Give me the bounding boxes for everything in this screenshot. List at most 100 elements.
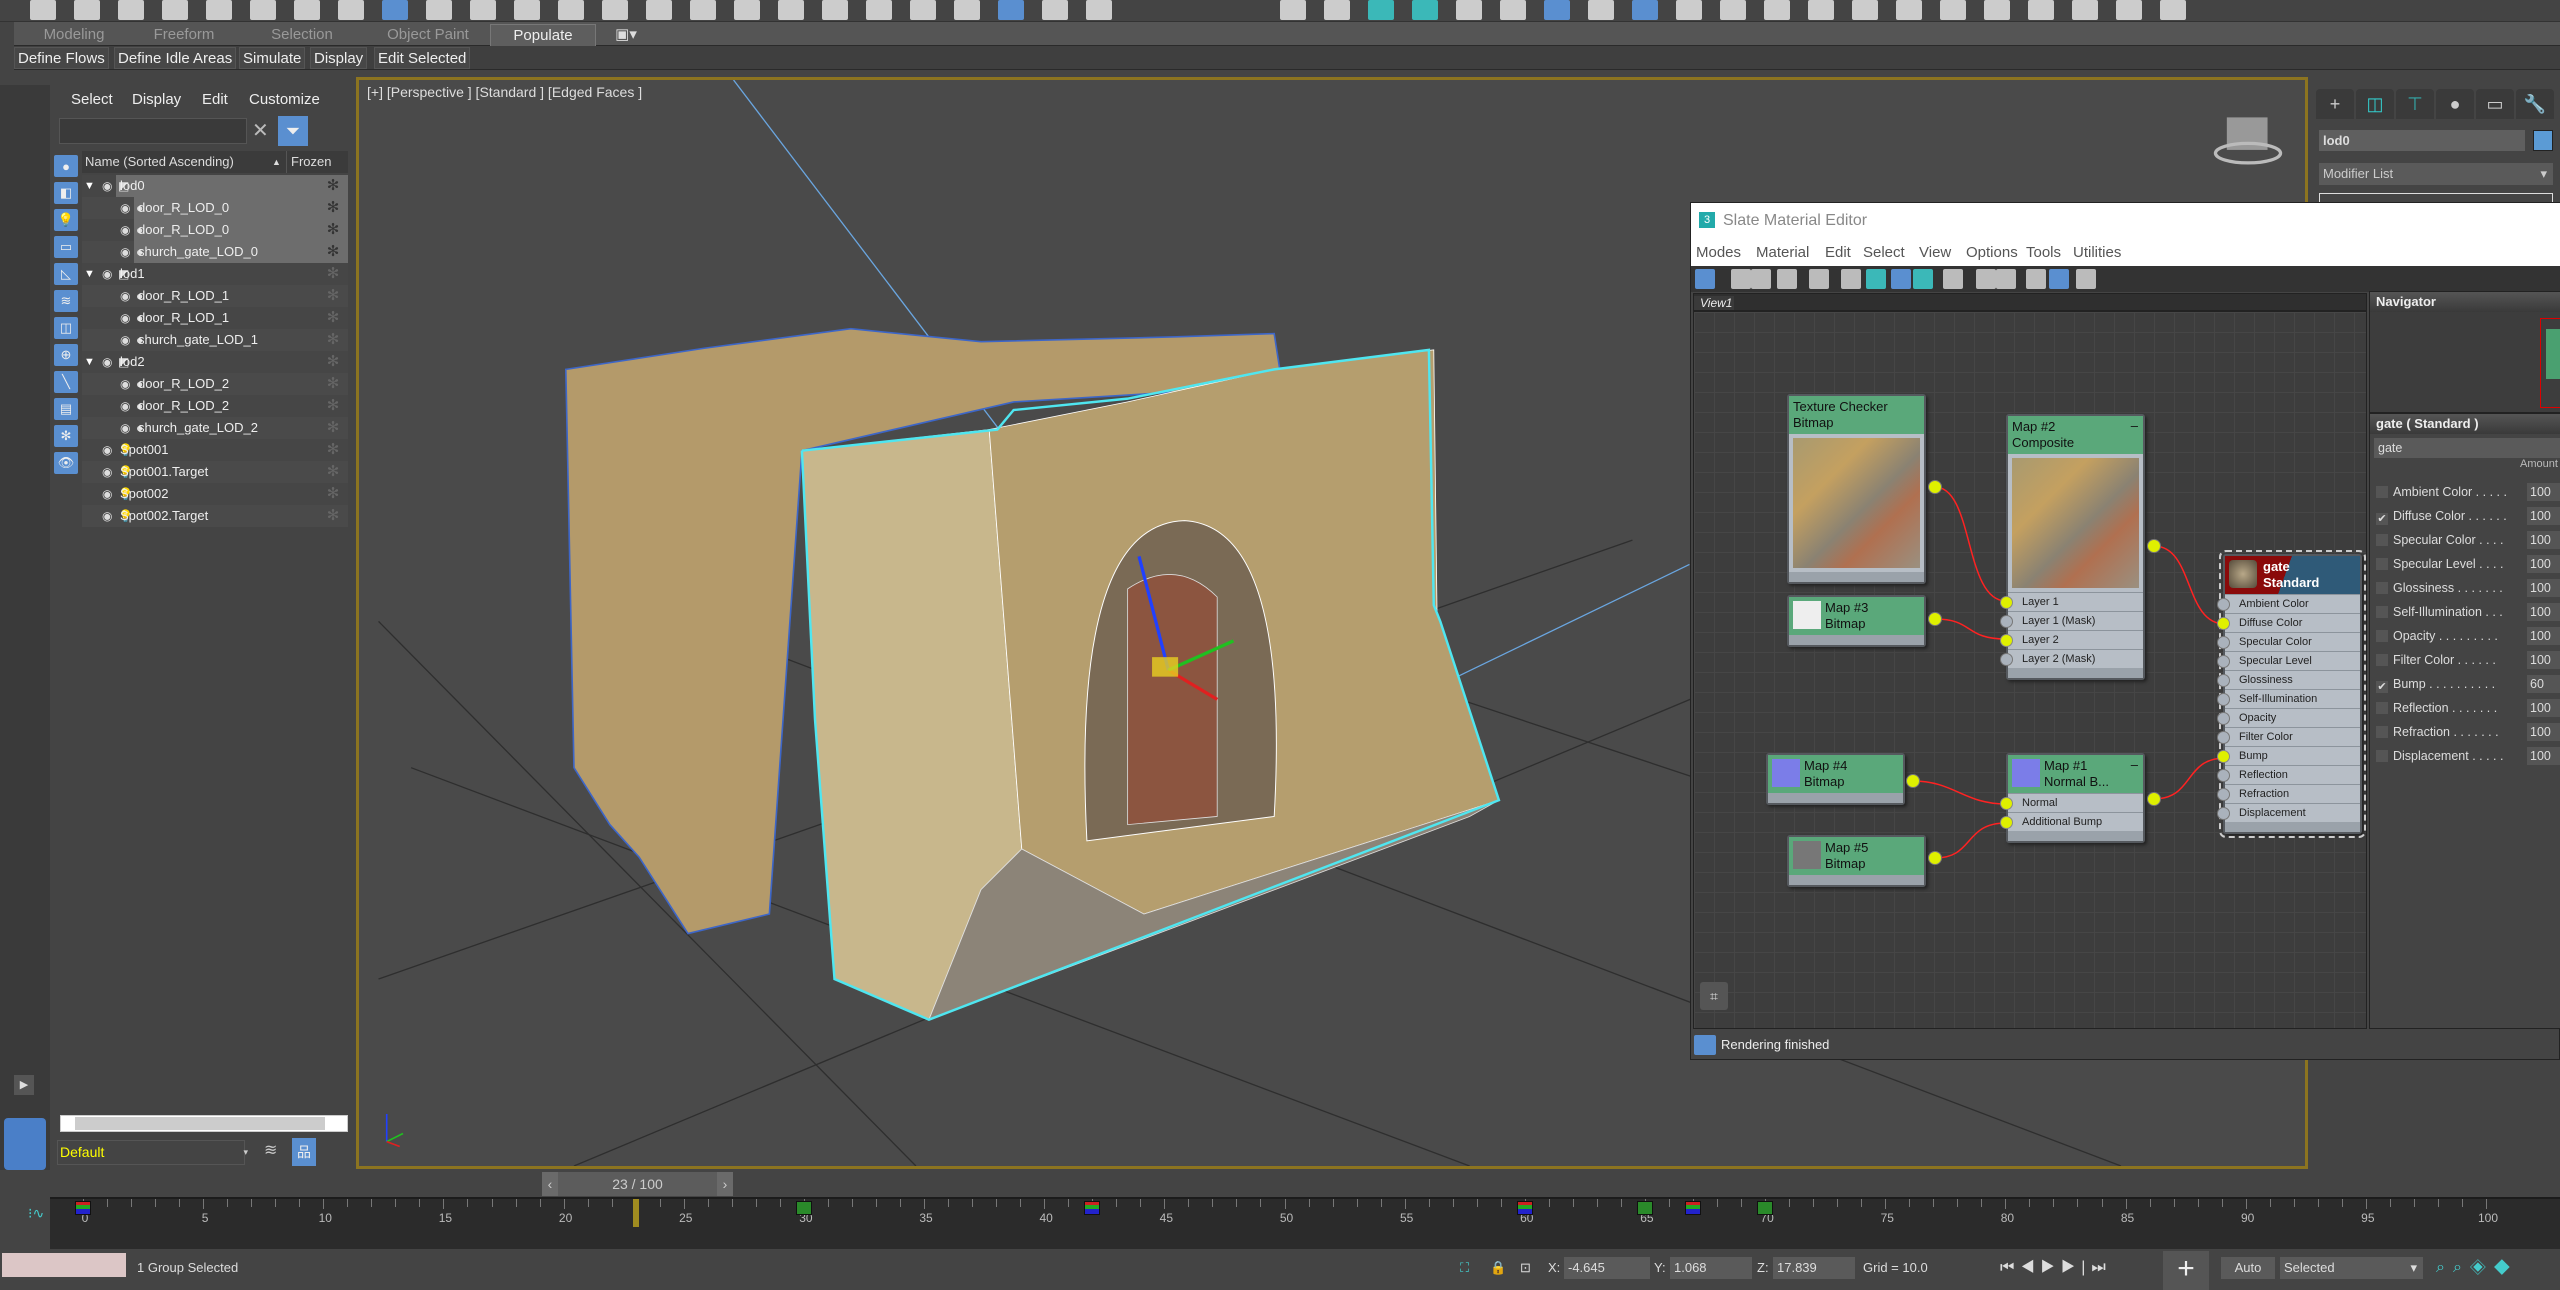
input-slot[interactable]: Filter Color bbox=[2217, 727, 2360, 746]
explorer-filter-icon[interactable]: 💡 bbox=[54, 209, 78, 231]
scrollbar-thumb[interactable] bbox=[75, 1117, 325, 1130]
toolbar-button-icon[interactable] bbox=[1544, 0, 1570, 20]
modifier-list-dropdown[interactable]: Modifier List ▾ bbox=[2319, 163, 2553, 185]
toolbar-button-icon[interactable] bbox=[294, 0, 320, 20]
toolbar-button-icon[interactable] bbox=[2160, 0, 2186, 20]
slate-tool-icon[interactable] bbox=[1731, 269, 1751, 289]
time-slider[interactable]: ‹ 23 / 100 › bbox=[542, 1172, 733, 1196]
input-slot[interactable]: Specular Level bbox=[2217, 651, 2360, 670]
slate-tool-icon[interactable] bbox=[1976, 269, 1996, 289]
explorer-row[interactable]: ◉ ● door_R_LOD_2 ✻ bbox=[82, 395, 348, 417]
toolbar-button-icon[interactable] bbox=[734, 0, 760, 20]
x-coordinate-field[interactable]: -4.645 bbox=[1564, 1257, 1650, 1279]
next-frame-arrow[interactable]: › bbox=[717, 1172, 733, 1196]
column-header-frozen[interactable]: Frozen bbox=[286, 151, 331, 173]
freeze-toggle-icon[interactable]: ✻ bbox=[318, 241, 348, 263]
input-slot[interactable]: Layer 1 bbox=[2000, 592, 2143, 611]
map-amount-field[interactable]: 100 bbox=[2527, 603, 2560, 621]
y-coordinate-field[interactable]: 1.068 bbox=[1670, 1257, 1752, 1279]
explorer-filter-icon[interactable]: ● bbox=[54, 155, 78, 177]
toolbar-button-icon[interactable] bbox=[1676, 0, 1702, 20]
toolbar-button-icon[interactable] bbox=[470, 0, 496, 20]
current-frame-indicator[interactable] bbox=[632, 1199, 639, 1227]
menu-modes[interactable]: Modes bbox=[1696, 244, 1741, 261]
explorer-filter-icon[interactable]: ╲ bbox=[54, 371, 78, 393]
visibility-eye-icon[interactable]: ◉ bbox=[102, 263, 112, 285]
keyframe-marker[interactable] bbox=[1516, 1201, 1533, 1215]
freeze-toggle-icon[interactable]: ✻ bbox=[318, 373, 348, 395]
map-enable-checkbox[interactable] bbox=[2376, 750, 2388, 762]
keyframe-marker[interactable] bbox=[1757, 1201, 1774, 1215]
explorer-search-input[interactable] bbox=[59, 118, 247, 144]
input-socket[interactable] bbox=[2217, 788, 2230, 801]
node-view-canvas[interactable]: Texture Checker Bitmap Map #3 Bitmap Map #… bbox=[1693, 311, 2367, 1029]
toolbar-button-icon[interactable] bbox=[558, 0, 584, 20]
map-amount-field[interactable]: 100 bbox=[2527, 651, 2560, 669]
toolbar-button-icon[interactable] bbox=[382, 0, 408, 20]
input-socket[interactable] bbox=[2217, 598, 2230, 611]
collapse-icon[interactable]: – bbox=[2131, 418, 2138, 434]
map-enable-checkbox[interactable] bbox=[2376, 654, 2388, 666]
map-enable-checkbox[interactable] bbox=[2376, 558, 2388, 570]
explorer-menu-display[interactable]: Display bbox=[132, 91, 181, 108]
hierarchy-tab-icon[interactable]: ⊤ bbox=[2396, 89, 2434, 119]
freeze-toggle-icon[interactable]: ✻ bbox=[318, 483, 348, 505]
node-map4[interactable]: Map #4 Bitmap bbox=[1766, 753, 1905, 805]
keyframe-marker[interactable] bbox=[1636, 1201, 1653, 1215]
expand-triangle-icon[interactable]: ▼ bbox=[84, 263, 95, 285]
freeze-toggle-icon[interactable]: ✻ bbox=[318, 461, 348, 483]
visibility-eye-icon[interactable]: ◉ bbox=[120, 197, 130, 219]
display-tab-icon[interactable]: ▭ bbox=[2476, 89, 2514, 119]
toolbar-button-icon[interactable] bbox=[1086, 0, 1112, 20]
utilities-tab-icon[interactable]: 🔧 bbox=[2516, 89, 2554, 119]
input-socket[interactable] bbox=[2217, 693, 2230, 706]
create-tab-icon[interactable]: + bbox=[2316, 89, 2354, 119]
input-socket[interactable] bbox=[2000, 596, 2013, 609]
freeze-toggle-icon[interactable]: ✻ bbox=[318, 285, 348, 307]
object-name-field[interactable]: lod0 bbox=[2319, 130, 2525, 151]
tab-selection[interactable]: Selection bbox=[262, 24, 342, 46]
slate-tool-icon[interactable] bbox=[1841, 269, 1861, 289]
output-socket[interactable] bbox=[1928, 480, 1942, 494]
explorer-menu-edit[interactable]: Edit bbox=[202, 91, 228, 108]
freeze-toggle-icon[interactable]: ✻ bbox=[318, 329, 348, 351]
map-enable-checkbox[interactable] bbox=[2376, 630, 2388, 642]
map-enable-checkbox[interactable]: ✔ bbox=[2376, 681, 2388, 693]
toolbar-button-icon[interactable] bbox=[338, 0, 364, 20]
explorer-filter-icon[interactable]: ≋ bbox=[54, 290, 78, 312]
explorer-filter-icon[interactable]: ✻ bbox=[54, 425, 78, 447]
visibility-eye-icon[interactable]: ◉ bbox=[102, 351, 112, 373]
explorer-row[interactable]: ▼ ◉ ◩ lod0 ✻ bbox=[82, 175, 348, 197]
playback-controls[interactable]: ⏮◀▶▶|⏭ bbox=[2000, 1257, 2112, 1279]
motion-tab-icon[interactable]: ● bbox=[2436, 89, 2474, 119]
toolbar-button-icon[interactable] bbox=[778, 0, 804, 20]
slate-tool-icon[interactable] bbox=[2049, 269, 2069, 289]
slate-tool-icon[interactable] bbox=[1695, 269, 1715, 289]
toolbar-button-icon[interactable] bbox=[1042, 0, 1068, 20]
material-name-field[interactable]: gate bbox=[2374, 438, 2560, 458]
tab-populate[interactable]: Populate bbox=[490, 24, 596, 46]
map-amount-field[interactable]: 100 bbox=[2527, 627, 2560, 645]
input-slot[interactable]: Opacity bbox=[2217, 708, 2360, 727]
toolbar-button-icon[interactable] bbox=[866, 0, 892, 20]
toolbar-button-icon[interactable] bbox=[646, 0, 672, 20]
freeze-toggle-icon[interactable]: ✻ bbox=[318, 219, 348, 241]
node-texture-checker[interactable]: Texture Checker Bitmap bbox=[1787, 394, 1926, 584]
freeze-toggle-icon[interactable]: ✻ bbox=[318, 439, 348, 461]
tab-modeling[interactable]: Modeling bbox=[34, 24, 114, 46]
keyframe-marker[interactable] bbox=[795, 1201, 812, 1215]
input-socket[interactable] bbox=[2217, 769, 2230, 782]
clear-search-icon[interactable]: ✕ bbox=[252, 118, 269, 143]
input-slot[interactable]: Layer 2 (Mask) bbox=[2000, 649, 2143, 668]
visibility-eye-icon[interactable]: ◉ bbox=[120, 373, 130, 395]
toolbar-button-icon[interactable] bbox=[206, 0, 232, 20]
slate-tool-icon[interactable] bbox=[1943, 269, 1963, 289]
slate-tool-icon[interactable] bbox=[1866, 269, 1886, 289]
visibility-eye-icon[interactable]: ◉ bbox=[102, 461, 112, 483]
visibility-eye-icon[interactable]: ◉ bbox=[102, 505, 112, 527]
menu-view[interactable]: View bbox=[1919, 244, 1951, 261]
visibility-eye-icon[interactable]: ◉ bbox=[120, 285, 130, 307]
explorer-row[interactable]: ▼ ◉ ◩ lod1 ✻ bbox=[82, 263, 348, 285]
input-slot[interactable]: Ambient Color bbox=[2217, 594, 2360, 613]
input-slot[interactable]: Additional Bump bbox=[2000, 812, 2143, 831]
